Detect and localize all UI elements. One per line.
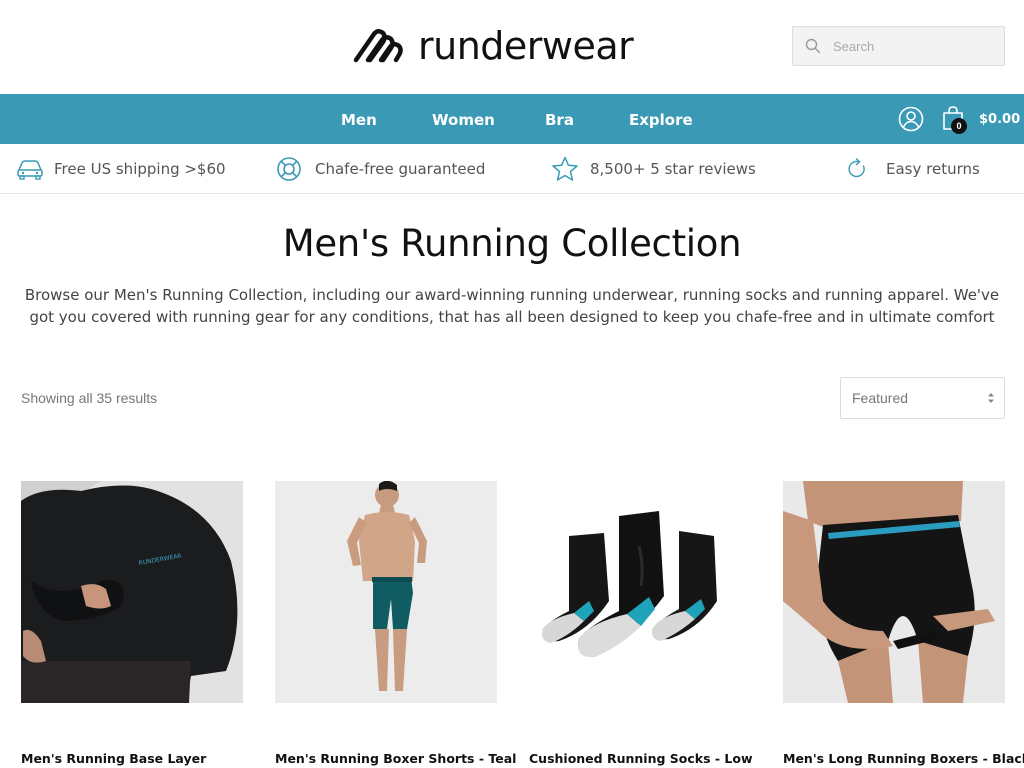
lifebuoy-icon: [277, 157, 301, 181]
benefit-label: 8,500+ 5 star reviews: [590, 160, 756, 178]
sort-select[interactable]: Featured: [840, 377, 1005, 419]
nav-item-women[interactable]: Women: [432, 94, 495, 144]
cart-total[interactable]: $0.00: [979, 94, 1020, 144]
product-name[interactable]: Men's Running Base Layer: [21, 751, 261, 766]
product-card[interactable]: Cushioned Running Socks - Low: [529, 481, 753, 766]
product-card[interactable]: Men's Running Boxer Shorts - Teal: [275, 481, 516, 766]
main-nav: Men Women Bra Explore 0 $0.00: [0, 94, 1024, 144]
product-card[interactable]: Men's Long Running Boxers - Black: [783, 481, 1024, 766]
brand-logo-icon: [353, 29, 403, 63]
site-header: runderwear: [0, 0, 1024, 94]
product-photo: [783, 481, 1005, 703]
benefit-label: Chafe-free guaranteed: [315, 160, 486, 178]
select-arrows-icon: [988, 393, 994, 403]
product-card[interactable]: RUNDERWEAR Men's Running Base Layer: [21, 481, 243, 766]
brand-logo[interactable]: runderwear: [352, 24, 634, 68]
nav-item-bra[interactable]: Bra: [545, 94, 574, 144]
benefit-shipping: Free US shipping >$60: [16, 144, 226, 194]
product-photo: [275, 481, 497, 703]
product-photo: [529, 481, 751, 703]
return-icon: [848, 158, 865, 178]
car-icon: [17, 160, 43, 180]
benefit-label: Free US shipping >$60: [54, 160, 226, 178]
search-icon: [805, 38, 821, 54]
product-image-socks[interactable]: [529, 481, 751, 703]
product-name[interactable]: Men's Running Boxer Shorts - Teal: [275, 751, 516, 766]
account-icon[interactable]: [898, 106, 924, 132]
benefit-chafe-free: Chafe-free guaranteed: [276, 144, 485, 194]
benefits-bar: Free US shipping >$60 Chafe-free guarant…: [0, 144, 1024, 194]
benefit-reviews: 8,500+ 5 star reviews: [551, 144, 756, 194]
product-name[interactable]: Men's Long Running Boxers - Black: [783, 751, 1024, 766]
product-image-long-boxers[interactable]: [783, 481, 1005, 703]
sort-selected-value: Featured: [852, 390, 909, 406]
product-name[interactable]: Cushioned Running Socks - Low: [529, 751, 769, 766]
page-description: Browse our Men's Running Collection, inc…: [24, 286, 1000, 326]
cart-count-badge: 0: [951, 118, 967, 134]
brand-name: runderwear: [418, 24, 634, 68]
page-title: Men's Running Collection: [282, 222, 742, 265]
nav-item-men[interactable]: Men: [341, 94, 377, 144]
star-icon: [552, 156, 578, 181]
benefit-returns: Easy returns: [846, 144, 980, 194]
product-photo: RUNDERWEAR: [21, 481, 243, 703]
product-image-base-layer[interactable]: RUNDERWEAR: [21, 481, 243, 703]
search-box[interactable]: [792, 26, 1005, 66]
search-input[interactable]: [833, 38, 993, 54]
nav-item-explore[interactable]: Explore: [629, 94, 693, 144]
benefit-label: Easy returns: [886, 160, 980, 178]
results-count: Showing all 35 results: [21, 390, 158, 406]
product-image-boxer-teal[interactable]: [275, 481, 497, 703]
